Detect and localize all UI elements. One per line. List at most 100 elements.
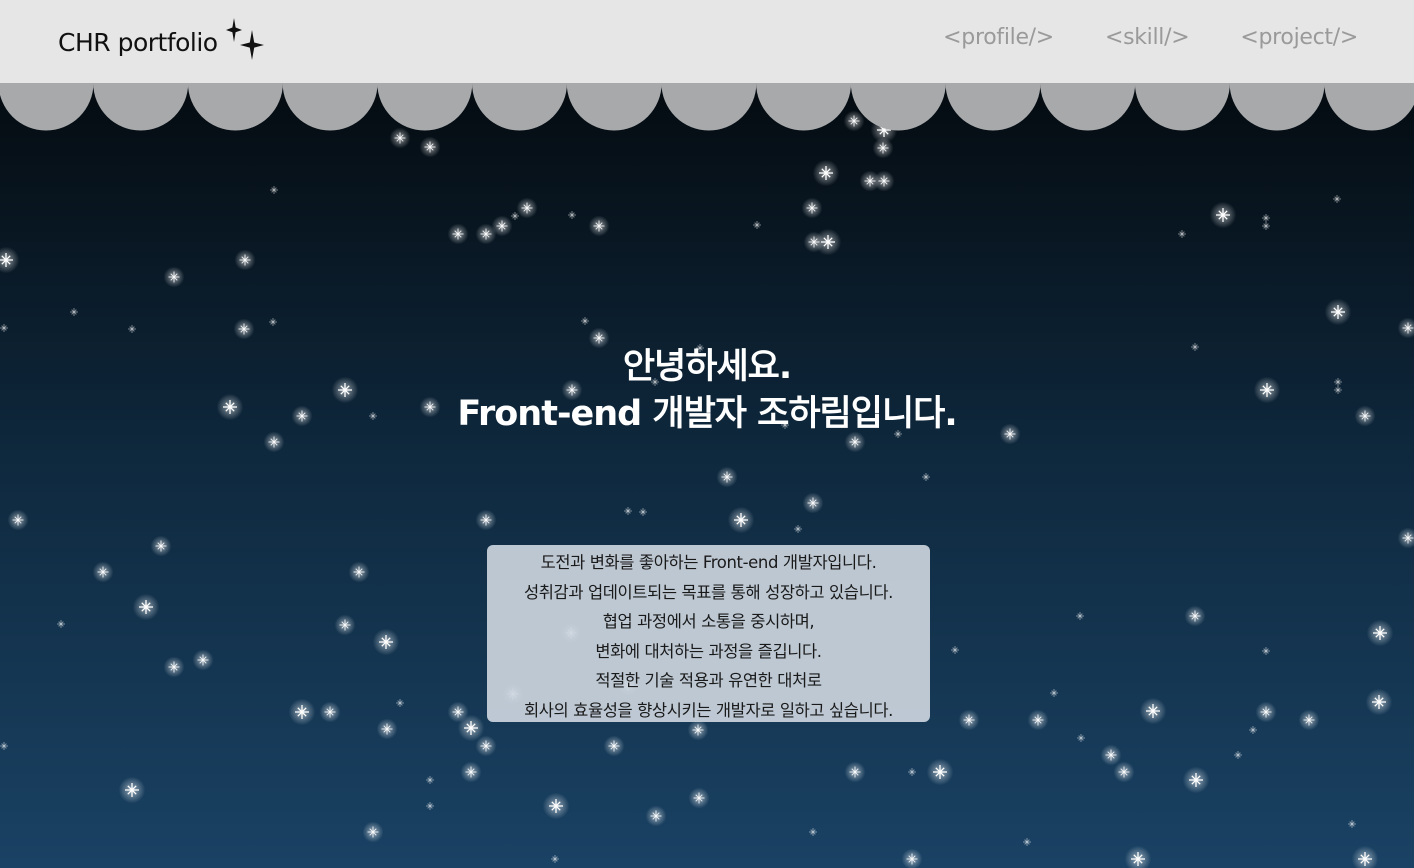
- star-icon: [1262, 222, 1270, 230]
- star-icon: [1333, 195, 1341, 203]
- star-icon: [233, 318, 255, 340]
- scallop: [0, 83, 94, 131]
- star-icon: [794, 525, 802, 533]
- intro-line: 협업 과정에서 소통을 중시하며,: [602, 612, 815, 631]
- star-icon: [814, 228, 842, 256]
- star-icon: [1077, 734, 1085, 742]
- scallop: [1134, 83, 1230, 131]
- star-icon: [426, 776, 434, 784]
- logo-link[interactable]: CHR portfolio: [58, 18, 266, 62]
- sparkle-icon: [225, 18, 266, 62]
- star-icon: [475, 735, 497, 757]
- star-icon: [128, 325, 136, 333]
- scallop: [756, 83, 852, 131]
- star-icon: [334, 614, 356, 636]
- star-icon: [475, 509, 497, 531]
- scallop: [282, 83, 378, 131]
- star-icon: [1027, 709, 1049, 731]
- star-icon: [1124, 845, 1152, 868]
- nav-link-skill[interactable]: <skill/>: [1105, 25, 1190, 50]
- hero-greeting: 안녕하세요.: [622, 347, 792, 387]
- star-icon: [723, 98, 731, 106]
- star-icon: [460, 761, 482, 783]
- star-icon: [1178, 230, 1186, 238]
- star-icon: [1234, 751, 1242, 759]
- scallop: [1040, 83, 1136, 131]
- star-icon: [0, 742, 8, 750]
- star-icon: [688, 787, 710, 809]
- star-icon: [57, 620, 65, 628]
- star-icon: [801, 197, 823, 219]
- star-icon: [1348, 820, 1356, 828]
- hero-title: Front-end 개발자 조하림입니다.: [457, 394, 957, 434]
- scallop: [187, 83, 283, 131]
- scallop-border: [0, 83, 1414, 131]
- star-icon: [873, 170, 895, 192]
- star-icon: [603, 735, 625, 757]
- star-icon: [1397, 317, 1414, 339]
- star-icon: [150, 535, 172, 557]
- star-icon: [419, 136, 441, 158]
- intro-line: 성취감과 업데이트되는 목표를 통해 성장하고 있습니다.: [523, 582, 893, 602]
- star-icon: [958, 709, 980, 731]
- scallop: [945, 83, 1041, 131]
- logo-text: CHR portfolio: [58, 27, 218, 57]
- star-icon: [843, 110, 865, 132]
- star-icon: [926, 758, 954, 786]
- star-icon: [568, 211, 576, 219]
- star-icon: [1050, 689, 1058, 697]
- star-icon: [70, 308, 78, 316]
- star-icon: [1365, 688, 1393, 716]
- star-icon: [0, 246, 20, 274]
- main-nav: <profile/> <skill/> <project/>: [943, 25, 1358, 50]
- star-icon: [1184, 605, 1206, 627]
- star-icon: [581, 317, 589, 325]
- star-icon: [511, 212, 519, 220]
- star-icon: [132, 593, 160, 621]
- star-icon: [802, 492, 824, 514]
- star-icon: [639, 508, 647, 516]
- scallop: [1324, 83, 1414, 131]
- star-icon: [447, 223, 469, 245]
- star-icon: [7, 509, 29, 531]
- star-icon: [1113, 761, 1135, 783]
- star-icon: [269, 318, 277, 326]
- star-icon: [348, 561, 370, 583]
- star-icon: [542, 792, 570, 820]
- site-header: CHR portfolio <profile/> <skill/> <proje…: [0, 0, 1414, 83]
- intro-line: 적절한 기술 적용과 유연한 대처로: [595, 671, 822, 690]
- star-icon: [319, 701, 341, 723]
- star-icon: [491, 215, 513, 237]
- star-icon: [1397, 527, 1414, 549]
- star-icon: [92, 561, 114, 583]
- star-icon: [1262, 647, 1270, 655]
- star-icon: [901, 848, 923, 868]
- star-icon: [118, 776, 146, 804]
- star-icon: [727, 506, 755, 534]
- star-icon: [1324, 298, 1352, 326]
- star-icon: [447, 701, 469, 723]
- star-icon: [870, 116, 898, 144]
- star-icon: [396, 699, 404, 707]
- star-icon: [551, 855, 559, 863]
- star-icon: [645, 805, 667, 827]
- intro-line: 회사의 효율성을 향상시키는 개발자로 일하고 싶습니다.: [523, 700, 893, 720]
- star-icon: [922, 473, 930, 481]
- star-icon: [1139, 697, 1167, 725]
- star-icon: [1366, 619, 1394, 647]
- star-icon: [163, 266, 185, 288]
- star-icon: [457, 714, 485, 742]
- star-icon: [362, 821, 384, 843]
- star-icon: [0, 324, 8, 332]
- star-icon: [1076, 612, 1084, 620]
- scallop: [1229, 83, 1325, 131]
- nav-link-project[interactable]: <project/>: [1240, 25, 1358, 50]
- nav-link-profile[interactable]: <profile/>: [943, 25, 1054, 50]
- star-icon: [1100, 744, 1122, 766]
- star-icon: [624, 507, 632, 515]
- intro-box: 도전과 변화를 좋아하는 Front-end 개발자입니다. 성취감과 업데이트…: [487, 545, 930, 722]
- star-icon: [1298, 709, 1320, 731]
- star-icon: [376, 718, 398, 740]
- star-icon: [803, 231, 825, 253]
- star-icon: [192, 649, 214, 671]
